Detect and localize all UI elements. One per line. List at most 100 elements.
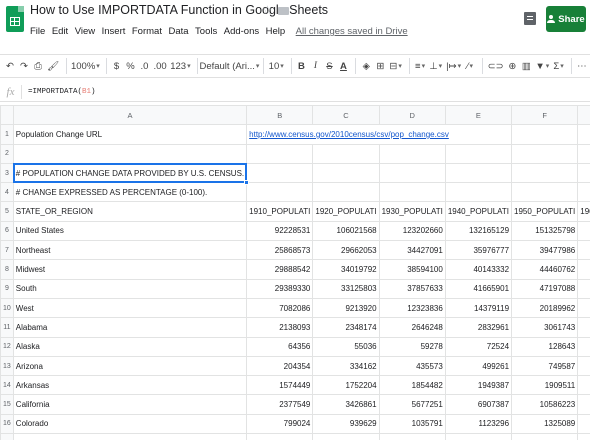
cell[interactable]: 2007280: [511, 433, 579, 440]
cell[interactable]: [246, 162, 314, 184]
more-icon[interactable]: ⋯: [576, 57, 588, 75]
cell[interactable]: 1910_POPULATI: [246, 201, 314, 222]
cell[interactable]: [444, 143, 513, 164]
cell[interactable]: Northeast: [12, 240, 248, 261]
cell[interactable]: [511, 162, 579, 184]
horizontal-align-icon[interactable]: ≡: [414, 57, 427, 75]
cell[interactable]: 1930_POPULATI: [378, 201, 446, 222]
text-wrap-icon[interactable]: |↦: [445, 57, 462, 75]
cell[interactable]: 55036: [312, 336, 380, 357]
cell[interactable]: 499261: [444, 355, 513, 377]
cell[interactable]: West: [12, 297, 248, 319]
more-formats-select[interactable]: 123: [170, 57, 191, 75]
column-header[interactable]: C: [312, 105, 380, 126]
comment-icon[interactable]: [524, 12, 536, 25]
cell[interactable]: 1752204: [312, 375, 380, 396]
cell[interactable]: 7082086: [246, 297, 314, 319]
column-header[interactable]: F: [511, 105, 579, 126]
row-header[interactable]: 5: [0, 201, 14, 222]
cell[interactable]: 1123296: [444, 413, 513, 435]
folder-icon[interactable]: [278, 7, 289, 15]
cell[interactable]: 54973113: [577, 278, 590, 299]
fill-color-icon[interactable]: ◈: [360, 57, 372, 75]
cell[interactable]: 38594100: [378, 259, 446, 280]
cell[interactable]: Arkansas: [12, 375, 248, 396]
filter-icon[interactable]: ▼: [534, 57, 550, 75]
menu-insert[interactable]: Insert: [102, 26, 126, 37]
cell[interactable]: 1786272: [577, 375, 590, 396]
cell[interactable]: 1606903: [378, 433, 446, 440]
cell[interactable]: [378, 182, 446, 203]
cell[interactable]: 226167: [577, 336, 590, 357]
row-header[interactable]: 6: [0, 220, 14, 242]
functions-icon[interactable]: Σ: [552, 57, 565, 75]
cell[interactable]: 1753947: [577, 413, 590, 435]
row-header[interactable]: 12: [0, 336, 14, 357]
cell[interactable]: 47197088: [511, 278, 579, 299]
cell[interactable]: 14379119: [444, 297, 513, 319]
row-header[interactable]: 1: [0, 124, 14, 145]
cell[interactable]: 59278: [378, 336, 446, 357]
row-header[interactable]: 15: [0, 394, 14, 415]
cell[interactable]: [577, 182, 590, 203]
cell[interactable]: 1380631: [312, 433, 380, 440]
row-header[interactable]: 13: [0, 355, 14, 377]
font-size-select[interactable]: 10: [268, 57, 285, 75]
cell[interactable]: California: [12, 394, 248, 415]
merge-cells-icon[interactable]: ⊟: [388, 57, 403, 75]
cell[interactable]: 15717204: [577, 394, 590, 415]
cell[interactable]: Connecticut: [12, 433, 248, 440]
column-header[interactable]: A: [12, 105, 248, 126]
paint-format-icon[interactable]: 🖌︎: [46, 57, 60, 75]
row-header[interactable]: 14: [0, 375, 14, 396]
column-header[interactable]: G: [577, 105, 590, 126]
cell[interactable]: 5677251: [378, 394, 446, 415]
cell[interactable]: [444, 182, 513, 203]
cell[interactable]: 179323175: [577, 220, 590, 242]
cell[interactable]: 34019792: [312, 259, 380, 280]
strikethrough-button[interactable]: S: [323, 57, 335, 75]
cell[interactable]: # CHANGE EXPRESSED AS PERCENTAGE (0-100)…: [12, 182, 248, 203]
cell[interactable]: [378, 162, 446, 184]
cell[interactable]: 12323836: [378, 297, 446, 319]
cell[interactable]: 40143332: [444, 259, 513, 280]
menu-edit[interactable]: Edit: [52, 26, 68, 37]
row-header[interactable]: 4: [0, 182, 14, 203]
zoom-select[interactable]: 100%: [71, 57, 100, 75]
cell[interactable]: 9213920: [312, 297, 380, 319]
font-select[interactable]: Default (Ari...: [199, 57, 257, 75]
cell[interactable]: 2535234: [577, 433, 590, 440]
cell[interactable]: [444, 162, 513, 184]
row-header[interactable]: 17: [0, 433, 14, 440]
saved-status[interactable]: All changes saved in Drive: [296, 26, 408, 37]
cell[interactable]: 1035791: [378, 413, 446, 435]
cell[interactable]: 3426861: [312, 394, 380, 415]
cell[interactable]: Midwest: [12, 259, 248, 280]
cell[interactable]: 132165129: [444, 220, 513, 242]
cell[interactable]: 37857633: [378, 278, 446, 299]
sheets-logo-icon[interactable]: [6, 6, 24, 32]
cell[interactable]: 1960_POPULATI: [577, 201, 590, 222]
cell[interactable]: 2832961: [444, 317, 513, 338]
cell[interactable]: 28053104: [577, 297, 590, 319]
cell[interactable]: [511, 182, 579, 203]
menu-help[interactable]: Help: [266, 26, 286, 37]
cell[interactable]: 92228531: [246, 220, 314, 242]
insert-comment-icon[interactable]: ⊕: [506, 57, 518, 75]
cell[interactable]: 1114756: [246, 433, 314, 440]
menu-file[interactable]: File: [30, 26, 45, 37]
star-icon[interactable]: ☆: [262, 3, 273, 17]
cell[interactable]: STATE_OR_REGION: [12, 201, 248, 222]
cell[interactable]: 2138093: [246, 317, 314, 338]
csv-url-link[interactable]: http://www.census.gov/2010census/csv/pop…: [249, 130, 449, 139]
cell[interactable]: 39477986: [511, 240, 579, 261]
cell[interactable]: 1909511: [511, 375, 579, 396]
text-color-button[interactable]: A: [337, 57, 349, 75]
cell[interactable]: 10586223: [511, 394, 579, 415]
redo-icon[interactable]: ↷: [18, 57, 30, 75]
cell[interactable]: 2348174: [312, 317, 380, 338]
cell[interactable]: 3266740: [577, 317, 590, 338]
cell[interactable]: [511, 124, 579, 145]
cell[interactable]: [312, 182, 380, 203]
undo-icon[interactable]: ↶: [4, 57, 16, 75]
